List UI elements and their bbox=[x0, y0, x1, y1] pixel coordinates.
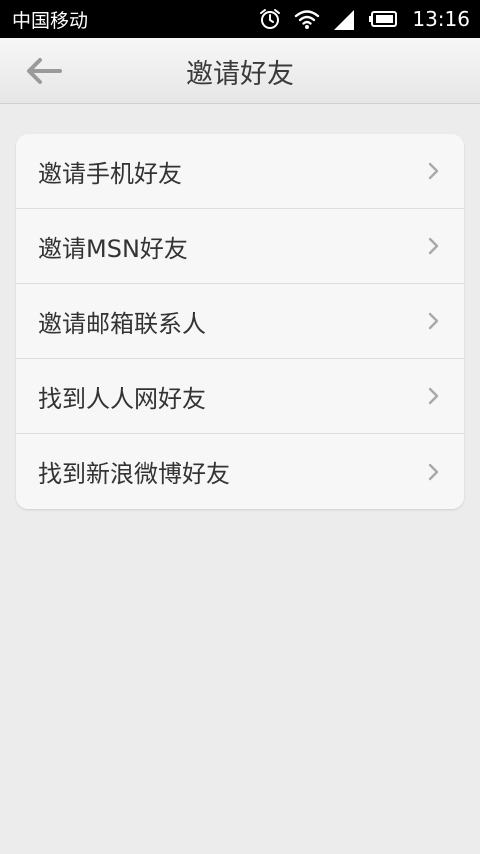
menu-item-label: 找到人人网好友 bbox=[38, 384, 206, 413]
page-title: 邀请好友 bbox=[186, 58, 294, 90]
status-bar: 中国移动 13:16 bbox=[0, 0, 480, 38]
wifi-icon bbox=[294, 8, 320, 30]
chevron-right-icon bbox=[428, 162, 439, 180]
menu-item-label: 邀请MSN好友 bbox=[38, 234, 188, 263]
alarm-icon bbox=[258, 7, 282, 31]
menu-item-invite-msn-friends[interactable]: 邀请MSN好友 bbox=[16, 209, 464, 284]
invite-options-list: 邀请手机好友 邀请MSN好友 邀请邮箱联系人 找到人人网好友 找到新浪微博好友 bbox=[16, 134, 464, 509]
menu-item-invite-email-contacts[interactable]: 邀请邮箱联系人 bbox=[16, 284, 464, 359]
title-bar: 邀请好友 bbox=[0, 38, 480, 104]
carrier-label: 中国移动 bbox=[12, 9, 89, 32]
chevron-right-icon bbox=[428, 312, 439, 330]
status-icons: 13:16 bbox=[258, 7, 470, 31]
chevron-right-icon bbox=[428, 237, 439, 255]
menu-item-label: 邀请手机好友 bbox=[38, 159, 182, 188]
battery-icon bbox=[368, 10, 398, 28]
chevron-right-icon bbox=[428, 463, 439, 480]
menu-item-label: 邀请邮箱联系人 bbox=[38, 309, 206, 338]
chevron-right-icon bbox=[428, 387, 439, 405]
menu-item-find-renren-friends[interactable]: 找到人人网好友 bbox=[16, 359, 464, 434]
clock: 13:16 bbox=[412, 7, 470, 31]
menu-item-invite-phone-friends[interactable]: 邀请手机好友 bbox=[16, 134, 464, 209]
menu-item-find-weibo-friends[interactable]: 找到新浪微博好友 bbox=[16, 434, 464, 509]
menu-item-label: 找到新浪微博好友 bbox=[38, 460, 230, 488]
signal-icon bbox=[332, 8, 356, 30]
